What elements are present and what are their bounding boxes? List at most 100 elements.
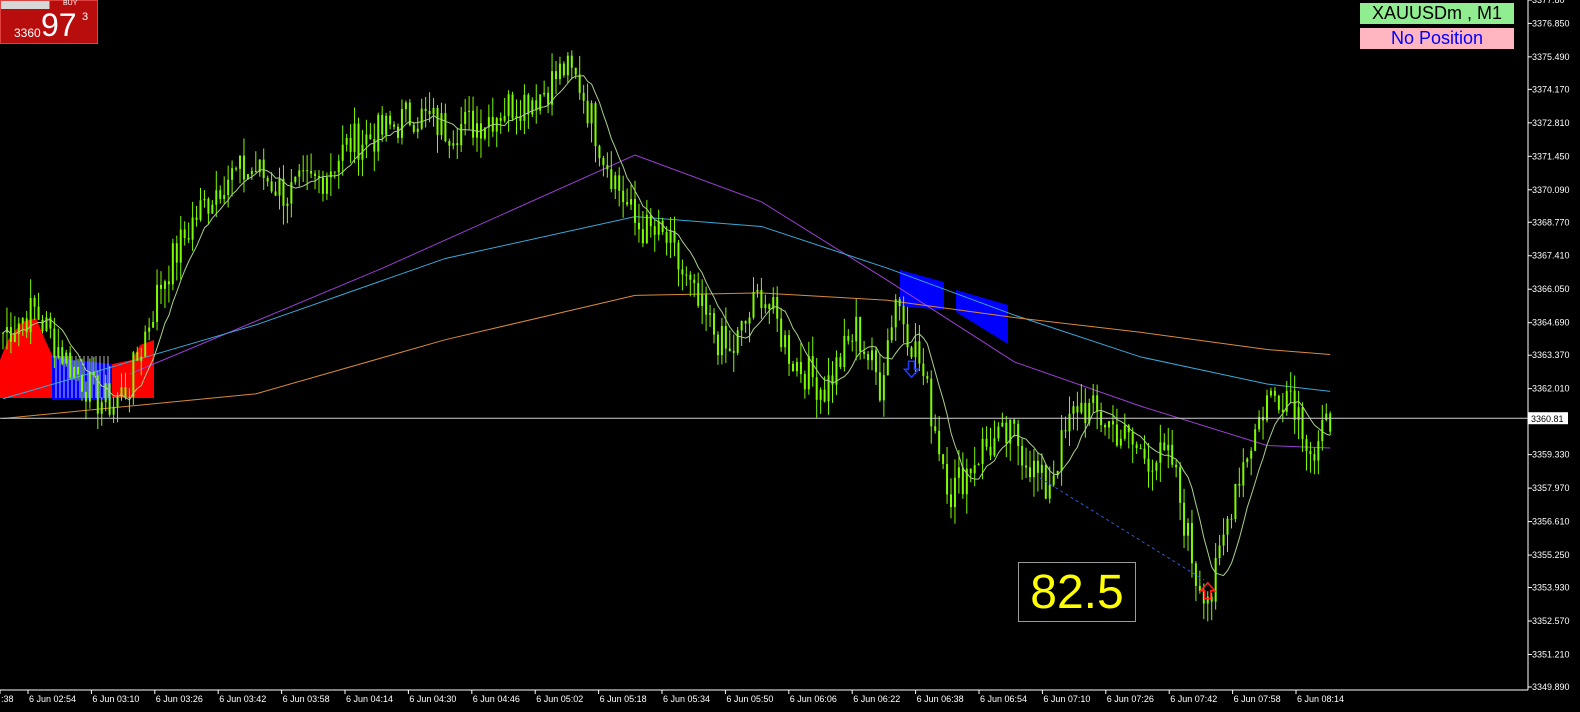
price-tick-label: 3351.210 — [1532, 650, 1570, 660]
candle-body — [657, 220, 660, 235]
candle-body — [306, 170, 309, 172]
moving-average-line — [129, 154, 1331, 449]
price-tick-label: 3352.570 — [1532, 616, 1570, 626]
candle-body — [381, 114, 384, 135]
time-tick-label: 6 Jun 08:14 — [1297, 694, 1344, 704]
candle-body — [716, 334, 719, 356]
time-tick-label: 6 Jun 07:58 — [1234, 694, 1281, 704]
candle-body — [227, 179, 230, 196]
time-tick-label: 6 Jun 07:26 — [1107, 694, 1154, 704]
candle-body — [531, 100, 534, 115]
candle-body — [191, 217, 194, 240]
candle-body — [953, 477, 956, 507]
candle-body — [1135, 444, 1138, 449]
candle-body — [1254, 429, 1257, 451]
candle-body — [416, 128, 419, 132]
candle-body — [823, 389, 826, 402]
candle-body — [250, 170, 253, 175]
candle-body — [187, 238, 190, 240]
one-click-trading-panel[interactable]: BUY 3360 97 3 — [0, 0, 98, 44]
candle-body — [606, 164, 609, 170]
candle-body — [321, 177, 324, 194]
candle-body — [626, 202, 629, 205]
time-tick-label: 6 Jun 06:38 — [917, 694, 964, 704]
sell-arrow-icon — [902, 360, 921, 379]
candle-body — [13, 334, 16, 342]
candle-body — [839, 357, 842, 368]
price-tick-label: 3366.050 — [1532, 284, 1570, 294]
candle-body — [720, 325, 723, 356]
candle-body — [325, 177, 328, 194]
candle-body — [1147, 458, 1150, 472]
candle-body — [527, 94, 530, 115]
candle-body — [713, 313, 715, 335]
chart-area[interactable]: 3377.80 3376.850 3375.490 3374.170 3372.810 3… — [0, 0, 1580, 712]
candle-body — [1040, 464, 1043, 473]
price-tick-label: 3374.170 — [1532, 84, 1570, 94]
candle-body — [586, 100, 589, 124]
buy-label[interactable]: BUY — [63, 0, 77, 7]
candle-body — [728, 348, 731, 351]
candle-body — [898, 299, 901, 307]
candle-body — [1309, 451, 1312, 455]
price-tick-label: 3349.890 — [1532, 682, 1570, 692]
candle-body — [1092, 395, 1095, 403]
candle-body — [290, 182, 293, 204]
candle-body — [594, 103, 597, 147]
candle-body — [1060, 430, 1063, 471]
time-tick-label: 6 Jun 06:54 — [980, 694, 1027, 704]
candle-body — [468, 110, 471, 112]
candle-body — [977, 464, 980, 466]
candle-body — [1017, 423, 1020, 446]
candle-body — [989, 446, 992, 456]
candle-body — [1139, 448, 1142, 450]
candle-body — [507, 94, 510, 117]
candle-body — [452, 143, 455, 146]
candle-body — [511, 94, 514, 119]
time-tick-label: :38 — [1, 694, 14, 704]
candle-body — [393, 124, 396, 127]
candle-body — [1234, 483, 1237, 519]
candle-body — [843, 335, 846, 368]
candle-body — [41, 319, 44, 331]
candle-body — [973, 465, 976, 474]
time-tick-label: 6 Jun 03:10 — [92, 694, 139, 704]
candle-body — [179, 229, 182, 263]
candle-body — [1076, 406, 1079, 413]
candle-body — [689, 274, 692, 280]
symbol-timeframe-label: XAUUSDm , M1 — [1360, 3, 1514, 24]
candle-body — [219, 190, 222, 199]
candle-body — [570, 55, 573, 68]
price-tick-label: 3377.80 — [1532, 0, 1565, 5]
candle-body — [914, 341, 917, 357]
candle-body — [1025, 465, 1028, 468]
candle-body — [780, 318, 783, 348]
price-chart[interactable]: 3377.80 3376.850 3375.490 3374.170 3372.810 3… — [0, 0, 1580, 712]
candle-body — [1226, 518, 1229, 535]
candle-body — [1206, 596, 1209, 604]
candle-body — [981, 438, 984, 465]
candle-body — [345, 138, 348, 145]
candle-body — [1214, 558, 1217, 602]
candle-body — [499, 117, 502, 121]
candle-body — [902, 306, 905, 325]
candle-body — [859, 316, 862, 352]
candle-body — [957, 467, 960, 478]
candle-body — [523, 94, 526, 121]
candle-body — [33, 297, 36, 307]
candle-body — [566, 55, 569, 76]
time-tick-label: 6 Jun 04:30 — [409, 694, 456, 704]
candle-body — [436, 107, 439, 135]
candle-body — [1187, 522, 1189, 536]
candle-body — [827, 375, 830, 402]
candle-body — [1230, 518, 1233, 520]
candle-body — [602, 158, 605, 165]
candle-body — [784, 335, 787, 348]
candle-body — [1036, 460, 1039, 473]
time-tick-label: 6 Jun 04:14 — [346, 694, 393, 704]
candle-body — [863, 351, 866, 355]
candle-body — [969, 468, 972, 474]
candle-body — [397, 126, 399, 138]
candle-body — [756, 290, 759, 293]
candle-body — [404, 102, 407, 110]
